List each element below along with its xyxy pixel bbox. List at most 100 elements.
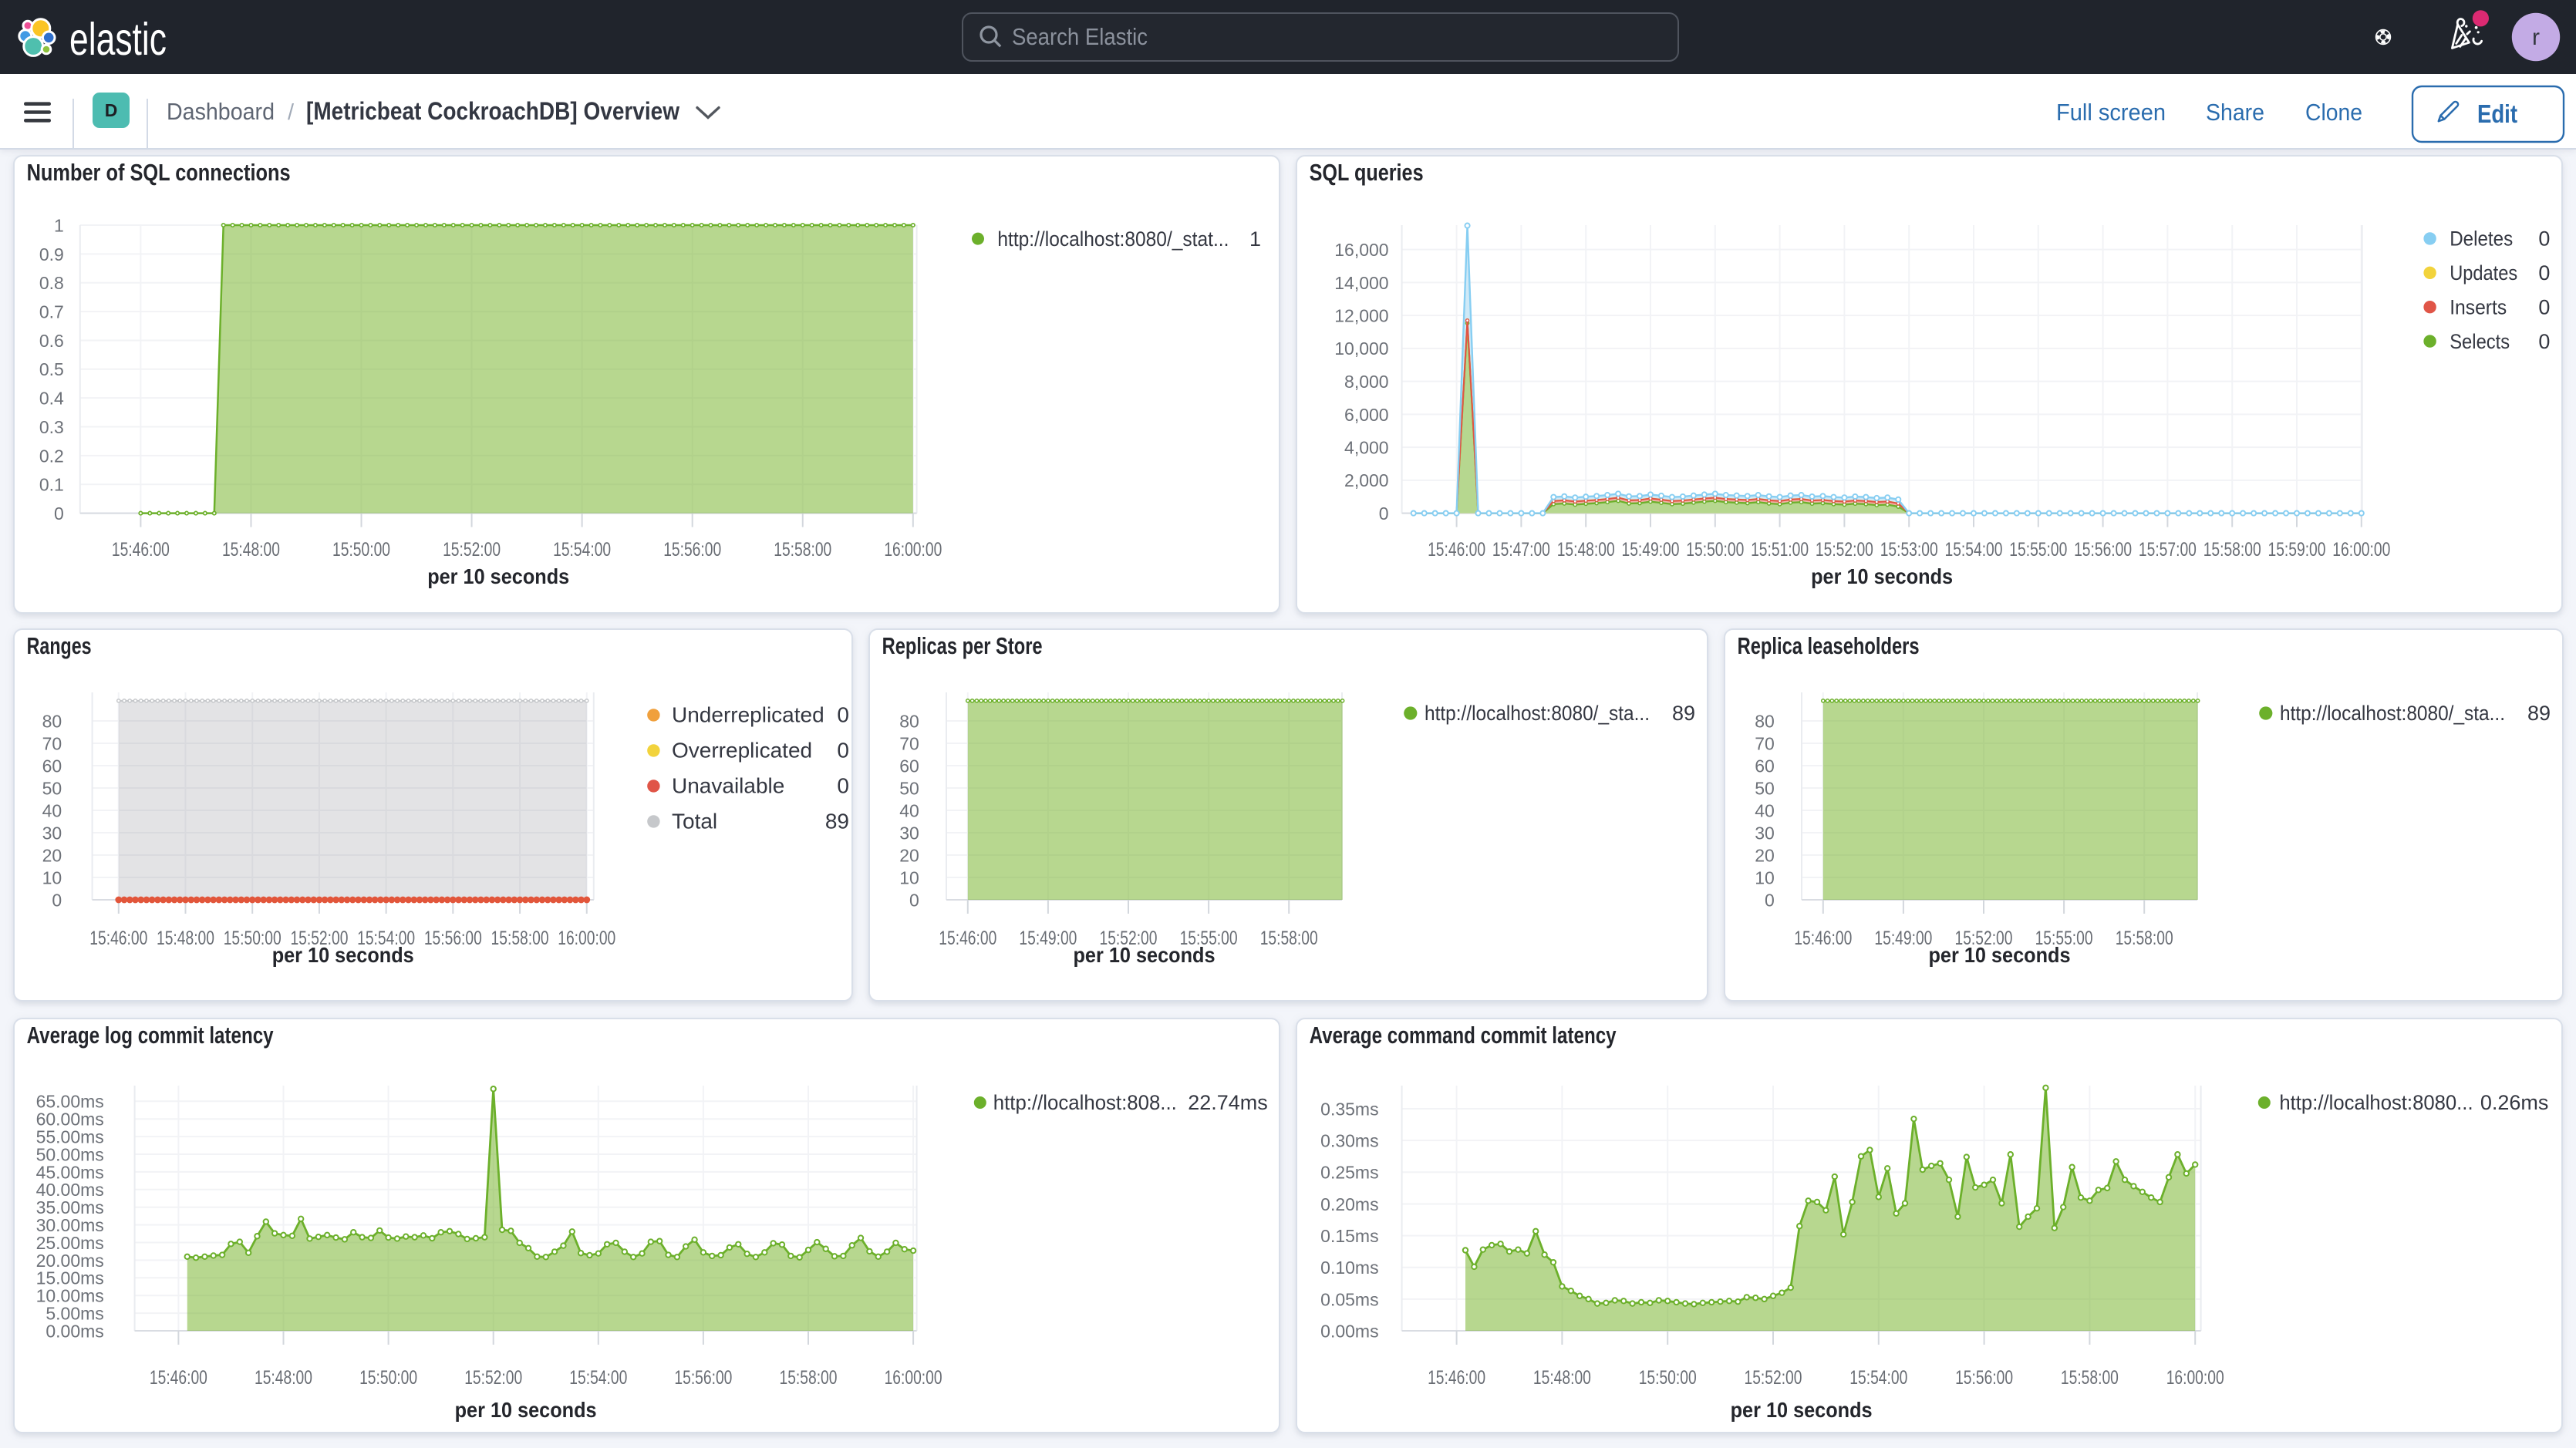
svg-text:80: 80 [42, 711, 62, 731]
svg-text:15:52:00: 15:52:00 [464, 1367, 522, 1389]
svg-text:10: 10 [1755, 867, 1775, 887]
svg-text:0: 0 [2538, 295, 2550, 318]
svg-text:15:50:00: 15:50:00 [359, 1367, 417, 1389]
svg-text:0: 0 [1765, 890, 1775, 910]
svg-text:15:54:00: 15:54:00 [553, 539, 611, 561]
svg-text:4,000: 4,000 [1344, 438, 1389, 458]
svg-text:70: 70 [1755, 733, 1775, 753]
svg-text:15:58:00: 15:58:00 [2116, 928, 2173, 949]
svg-text:http://localhost:8080...: http://localhost:8080... [2279, 1091, 2473, 1114]
svg-text:15:56:00: 15:56:00 [2074, 539, 2132, 561]
svg-text:15:50:00: 15:50:00 [332, 539, 390, 561]
svg-text:0: 0 [909, 890, 919, 910]
svg-text:16:00:00: 16:00:00 [885, 1367, 942, 1389]
svg-text:15:46:00: 15:46:00 [89, 928, 147, 949]
svg-text:0.2: 0.2 [39, 446, 64, 466]
svg-text:10: 10 [42, 867, 62, 887]
svg-text:16:00:00: 16:00:00 [2332, 539, 2390, 561]
svg-text:Number of SQL connections: Number of SQL connections [27, 159, 291, 186]
svg-text:15:58:00: 15:58:00 [780, 1367, 838, 1389]
svg-text:Ranges: Ranges [27, 632, 92, 659]
svg-text:60: 60 [899, 756, 919, 776]
svg-text:Average log commit latency: Average log commit latency [27, 1022, 275, 1049]
svg-text:Underreplicated: Underreplicated [672, 703, 824, 727]
svg-text:Inserts: Inserts [2450, 295, 2507, 318]
svg-text:80: 80 [1755, 711, 1775, 731]
svg-text:15:46:00: 15:46:00 [1794, 928, 1852, 949]
svg-text:50: 50 [1755, 778, 1775, 798]
svg-text:per 10 seconds: per 10 seconds [1811, 564, 1953, 588]
svg-text:Replica leaseholders: Replica leaseholders [1738, 632, 1920, 659]
svg-text:15:48:00: 15:48:00 [1557, 539, 1615, 561]
svg-text:15:46:00: 15:46:00 [150, 1367, 207, 1389]
svg-text:15:47:00: 15:47:00 [1492, 539, 1550, 561]
svg-text:40: 40 [899, 800, 919, 820]
svg-text:Deletes: Deletes [2450, 227, 2513, 251]
svg-text:15:52:00: 15:52:00 [443, 539, 501, 561]
svg-text:SQL queries: SQL queries [1310, 159, 1424, 186]
svg-text:0.1: 0.1 [39, 475, 64, 495]
svg-text:0.05ms: 0.05ms [1320, 1289, 1378, 1309]
svg-text:10,000: 10,000 [1334, 338, 1388, 359]
svg-text:15:56:00: 15:56:00 [1955, 1367, 2013, 1389]
svg-text:15:56:00: 15:56:00 [674, 1367, 732, 1389]
svg-text:1: 1 [1249, 227, 1261, 251]
svg-text:Unavailable: Unavailable [672, 774, 784, 798]
svg-text:http://localhost:8080/_sta...: http://localhost:8080/_sta... [1425, 702, 1650, 725]
svg-text:15:52:00: 15:52:00 [1816, 539, 1873, 561]
svg-text:0: 0 [2538, 227, 2550, 251]
svg-text:40: 40 [1755, 800, 1775, 820]
svg-text:Average command commit latency: Average command commit latency [1310, 1022, 1617, 1049]
svg-text:D: D [105, 100, 118, 120]
svg-text:89: 89 [2527, 702, 2551, 725]
svg-text:Overreplicated: Overreplicated [672, 739, 812, 763]
svg-text:15:56:00: 15:56:00 [663, 539, 721, 561]
svg-text:15:48:00: 15:48:00 [222, 539, 280, 561]
svg-text:0.25ms: 0.25ms [1320, 1163, 1378, 1183]
svg-text:15:46:00: 15:46:00 [1428, 1367, 1485, 1389]
svg-text:15:50:00: 15:50:00 [1639, 1367, 1697, 1389]
svg-text:20: 20 [42, 845, 62, 865]
svg-text:0.00ms: 0.00ms [46, 1321, 103, 1341]
svg-text:0: 0 [2538, 330, 2550, 353]
svg-text:15:50:00: 15:50:00 [1686, 539, 1744, 561]
svg-text:8,000: 8,000 [1344, 372, 1389, 392]
svg-text:0.35ms: 0.35ms [1320, 1099, 1378, 1119]
svg-text:per 10 seconds: per 10 seconds [1929, 943, 2071, 967]
svg-text:0.30ms: 0.30ms [1320, 1131, 1378, 1151]
svg-text:0.3: 0.3 [39, 417, 64, 437]
svg-text:/: / [288, 100, 295, 125]
svg-text:20: 20 [899, 845, 919, 865]
svg-text:15:58:00: 15:58:00 [491, 928, 549, 949]
svg-text:Replicas per Store: Replicas per Store [882, 632, 1043, 659]
svg-text:15:57:00: 15:57:00 [2139, 539, 2197, 561]
svg-text:16:00:00: 16:00:00 [2166, 1367, 2224, 1389]
svg-text:70: 70 [899, 733, 919, 753]
svg-text:0: 0 [837, 703, 849, 727]
svg-text:15:56:00: 15:56:00 [424, 928, 482, 949]
svg-text:50: 50 [42, 778, 62, 798]
svg-text:Selects: Selects [2450, 330, 2510, 353]
svg-text:15:59:00: 15:59:00 [2268, 539, 2326, 561]
svg-text:http://localhost:808...: http://localhost:808... [993, 1091, 1177, 1114]
svg-text:0: 0 [837, 774, 849, 798]
svg-text:15:48:00: 15:48:00 [255, 1367, 312, 1389]
svg-text:0.6: 0.6 [39, 331, 64, 351]
svg-text:15:58:00: 15:58:00 [2061, 1367, 2119, 1389]
svg-text:80: 80 [899, 711, 919, 731]
svg-text:30: 30 [42, 823, 62, 843]
svg-text:15:52:00: 15:52:00 [1745, 1367, 1802, 1389]
svg-text:70: 70 [42, 733, 62, 753]
svg-text:60: 60 [42, 756, 62, 776]
svg-text:Share: Share [2206, 99, 2264, 126]
svg-text:0.9: 0.9 [39, 244, 64, 264]
svg-text:50: 50 [899, 778, 919, 798]
svg-text:0.10ms: 0.10ms [1320, 1258, 1378, 1278]
svg-text:0: 0 [54, 503, 64, 524]
svg-text:89: 89 [825, 810, 849, 833]
svg-text:15:58:00: 15:58:00 [1260, 928, 1318, 949]
svg-text:Total: Total [672, 810, 717, 833]
svg-text:15:51:00: 15:51:00 [1751, 539, 1809, 561]
svg-text:0: 0 [1379, 503, 1389, 524]
svg-text:60: 60 [1755, 756, 1775, 776]
